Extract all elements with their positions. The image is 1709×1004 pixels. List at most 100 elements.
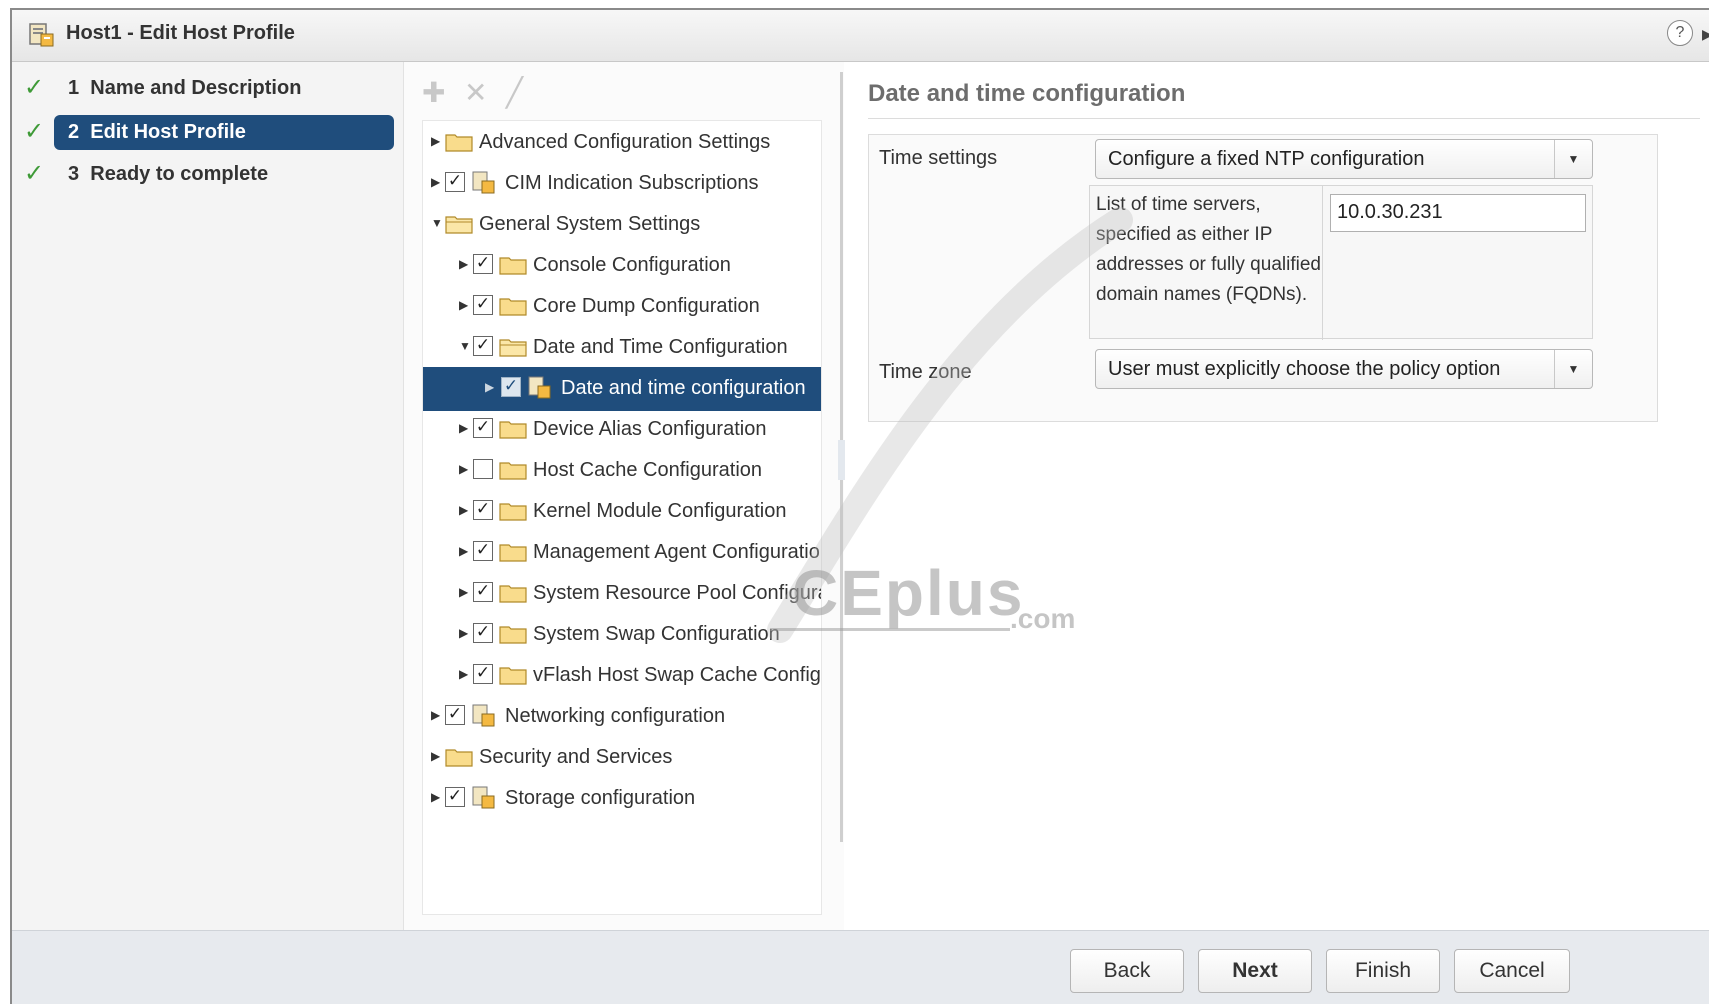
checkbox[interactable]: ✓: [473, 541, 493, 561]
expand-arrow-icon[interactable]: ▶: [459, 585, 468, 599]
watermark-suffix: .com: [1010, 603, 1076, 634]
dropdown-arrow-icon[interactable]: ▼: [1554, 350, 1592, 388]
tree-item-system-resource-pool-configuration[interactable]: ▶ ✓ System Resource Pool Configuration: [423, 572, 821, 616]
ntp-servers-group: List of time servers, specified as eithe…: [1089, 185, 1593, 340]
expand-arrow-icon[interactable]: ▶: [431, 134, 440, 148]
settings-panel: Date and time configuration Time setting…: [846, 62, 1709, 930]
check-icon: ✓: [24, 160, 45, 187]
step-label: 1 Name and Description: [68, 77, 302, 99]
expand-arrow-icon[interactable]: ▶: [431, 749, 440, 763]
checkbox[interactable]: ✓: [501, 377, 521, 397]
tree-item-console-configuration[interactable]: ▶ ✓ Console Configuration: [423, 244, 821, 288]
tree-item-label: General System Settings: [479, 213, 701, 235]
expand-icon[interactable]: ▶: [1702, 26, 1709, 43]
wizard-steps: ✓ 1 Name and Description ✓ 2 Edit Host P…: [12, 62, 404, 930]
expand-arrow-icon[interactable]: ▶: [431, 175, 440, 189]
checkbox[interactable]: ✓: [473, 254, 493, 274]
check-icon: ✓: [24, 118, 45, 145]
expand-arrow-icon[interactable]: ▶: [459, 298, 468, 312]
checkbox[interactable]: ✓: [473, 664, 493, 684]
tree-item-management-agent-configuration[interactable]: ▶ ✓ Management Agent Configuration: [423, 531, 821, 575]
cancel-button[interactable]: Cancel: [1454, 949, 1570, 993]
tree-item-storage-configuration[interactable]: ▶ ✓ Storage configuration: [423, 777, 821, 821]
ntp-servers-description: List of time servers, specified as eithe…: [1096, 194, 1321, 305]
checkbox[interactable]: ✓: [473, 295, 493, 315]
check-icon: ✓: [24, 74, 45, 101]
splitter-handle[interactable]: [838, 440, 845, 480]
tree-item-networking-configuration[interactable]: ▶ ✓ Networking configuration: [423, 695, 821, 739]
checkbox[interactable]: ✓: [473, 418, 493, 438]
group-divider: [1322, 186, 1323, 340]
tree-item-host-cache-configuration[interactable]: ▶ Host Cache Configuration: [423, 449, 821, 493]
time-zone-select[interactable]: User must explicitly choose the policy o…: [1095, 349, 1593, 389]
expand-arrow-icon[interactable]: ▶: [459, 257, 468, 271]
checkbox[interactable]: ✓: [445, 172, 465, 192]
folder-icon: [499, 626, 527, 644]
tree-item-label: Host Cache Configuration: [533, 459, 763, 481]
step-name-and-description[interactable]: ✓ 1 Name and Description: [12, 70, 404, 108]
tree-item-label: Device Alias Configuration: [533, 418, 767, 440]
profile-icon: [528, 376, 551, 399]
checkbox[interactable]: ✓: [445, 787, 465, 807]
expand-arrow-icon[interactable]: ▶: [459, 626, 468, 640]
remove-icon[interactable]: ✕: [464, 76, 487, 109]
checkbox[interactable]: ✓: [473, 623, 493, 643]
folder-icon: [499, 544, 527, 562]
expand-arrow-icon[interactable]: ▶: [459, 503, 468, 517]
time-settings-select[interactable]: Configure a fixed NTP configuration ▼: [1095, 139, 1593, 179]
tree-item-kernel-module-configuration[interactable]: ▶ ✓ Kernel Module Configuration: [423, 490, 821, 534]
tree-item-date-and-time-policy[interactable]: ▶ ✓ Date and time configuration: [423, 367, 821, 411]
step-ready-to-complete[interactable]: ✓ 3 Ready to complete: [12, 156, 404, 194]
expand-arrow-icon[interactable]: ▶: [459, 421, 468, 435]
folder-icon: [499, 257, 527, 275]
time-zone-value: User must explicitly choose the policy o…: [1108, 358, 1501, 380]
time-zone-label: Time zone: [879, 361, 972, 383]
tree-item-general-system-settings[interactable]: ▼ General System Settings: [423, 203, 821, 247]
back-button[interactable]: Back: [1070, 949, 1184, 993]
tree-item-label: Security and Services: [479, 746, 673, 768]
checkbox[interactable]: ✓: [445, 705, 465, 725]
dropdown-arrow-icon[interactable]: ▼: [1554, 140, 1592, 178]
expand-arrow-icon[interactable]: ▶: [459, 462, 468, 476]
folder-icon: [445, 749, 473, 767]
checkbox[interactable]: ✓: [473, 582, 493, 602]
finish-button[interactable]: Finish: [1326, 949, 1440, 993]
tree-item-security-and-services[interactable]: ▶ Security and Services: [423, 736, 821, 780]
dialog-title: Host1 - Edit Host Profile: [66, 22, 295, 44]
folder-icon: [499, 421, 527, 439]
ntp-servers-input[interactable]: 10.0.30.231: [1330, 194, 1586, 232]
checkbox[interactable]: ✓: [473, 500, 493, 520]
tree-item-label: vFlash Host Swap Cache Configuration: [533, 664, 821, 686]
next-button[interactable]: Next: [1198, 949, 1312, 993]
expand-arrow-icon[interactable]: ▶: [431, 790, 440, 804]
tree-item-system-swap-configuration[interactable]: ▶ ✓ System Swap Configuration: [423, 613, 821, 657]
expand-arrow-icon[interactable]: ▶: [431, 708, 440, 722]
tree-item-label: System Swap Configuration: [533, 623, 780, 645]
add-icon[interactable]: ✚: [422, 76, 445, 109]
collapse-arrow-icon[interactable]: ▼: [431, 216, 443, 230]
tree-item-advanced-configuration[interactable]: ▶ Advanced Configuration Settings: [423, 121, 821, 165]
help-icon[interactable]: ?: [1667, 20, 1693, 46]
checkbox-unchecked[interactable]: [473, 459, 493, 479]
tree-item-cim-indication[interactable]: ▶ ✓ CIM Indication Subscriptions: [423, 162, 821, 206]
folder-open-icon: [499, 339, 527, 357]
checkbox[interactable]: ✓: [473, 336, 493, 356]
tree-item-date-and-time-configuration[interactable]: ▼ ✓ Date and Time Configuration: [423, 326, 821, 370]
time-settings-value: Configure a fixed NTP configuration: [1108, 148, 1425, 170]
edit-icon[interactable]: ╱: [506, 76, 523, 109]
tree-item-label: Date and Time Configuration: [533, 336, 788, 358]
tree-item-vflash-host-swap-cache[interactable]: ▶ ✓ vFlash Host Swap Cache Configuration: [423, 654, 821, 698]
expand-arrow-icon[interactable]: ▶: [459, 544, 468, 558]
tree-item-label: Console Configuration: [533, 254, 731, 276]
tree-item-label: System Resource Pool Configuration: [533, 582, 821, 604]
folder-icon: [499, 667, 527, 685]
folder-open-icon: [445, 216, 473, 234]
step-label: 2 Edit Host Profile: [54, 115, 394, 150]
tree-item-core-dump-configuration[interactable]: ▶ ✓ Core Dump Configuration: [423, 285, 821, 329]
expand-arrow-icon[interactable]: ▶: [459, 667, 468, 681]
step-edit-host-profile[interactable]: ✓ 2 Edit Host Profile: [12, 114, 404, 152]
wizard-footer: Back Next Finish Cancel: [12, 930, 1709, 1004]
policy-form: Time settings Configure a fixed NTP conf…: [868, 134, 1658, 422]
collapse-arrow-icon[interactable]: ▼: [459, 339, 471, 353]
tree-item-device-alias-configuration[interactable]: ▶ ✓ Device Alias Configuration: [423, 408, 821, 452]
